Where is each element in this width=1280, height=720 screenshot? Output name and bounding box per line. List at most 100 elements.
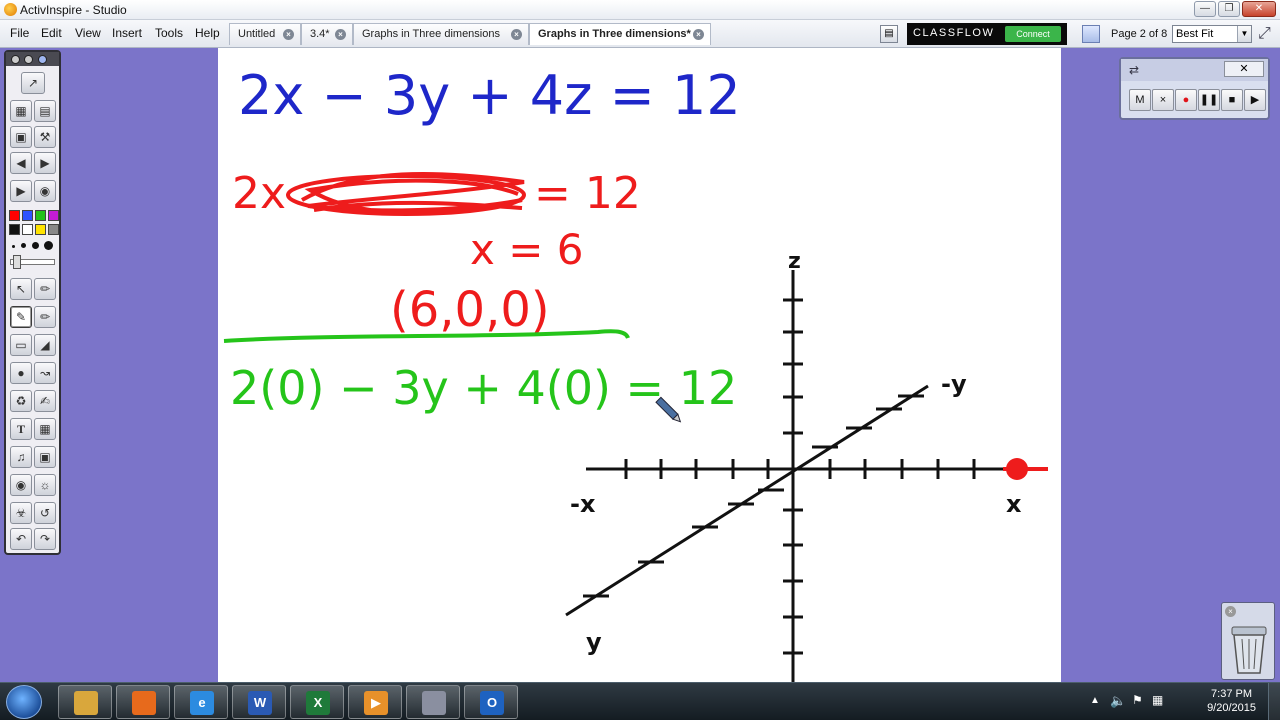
taskbar-app-explorer[interactable] — [58, 685, 112, 719]
menu-insert[interactable]: Insert — [112, 26, 142, 40]
fill-icon[interactable]: ◢ — [34, 334, 56, 356]
web-browser-icon[interactable]: ◉ — [34, 180, 56, 202]
toolbox-close-icon[interactable] — [11, 55, 20, 64]
text-icon[interactable]: T — [10, 418, 32, 440]
spotlight-icon[interactable]: ☼ — [34, 474, 56, 496]
revealer-icon[interactable]: ▣ — [34, 446, 56, 468]
handwriting-icon[interactable]: ✍ — [34, 390, 56, 412]
pen-width-3[interactable] — [32, 242, 39, 249]
maximize-button[interactable]: ❐ — [1218, 1, 1240, 17]
taskbar-app-firefox[interactable] — [116, 685, 170, 719]
dual-user-icon[interactable] — [1082, 25, 1100, 43]
fullscreen-icon[interactable]: ⤢ — [1258, 25, 1271, 43]
previous-page-icon[interactable]: ◀ — [10, 152, 32, 174]
recorder-close-icon[interactable]: ✕ — [1224, 61, 1264, 77]
recorder-header[interactable]: ⇄ ✕ — [1121, 59, 1268, 81]
recorder-stop-button[interactable]: ■ — [1221, 89, 1243, 111]
magic-ink-icon[interactable]: ✏ — [34, 278, 56, 300]
tab-graphs-3d[interactable]: Graphs in Three dimensions × — [353, 23, 529, 45]
pen-icon[interactable]: ✎ — [10, 306, 32, 328]
select-icon[interactable]: ↖ — [10, 278, 32, 300]
color-swatch-gray[interactable] — [48, 224, 59, 235]
color-swatch-black[interactable] — [9, 224, 20, 235]
taskbar-app-excel[interactable]: X — [290, 685, 344, 719]
clear-icon[interactable]: ♻ — [10, 390, 32, 412]
color-swatch-white[interactable] — [22, 224, 33, 235]
recorder-cancel-button[interactable]: × — [1152, 89, 1174, 111]
tab-untitled[interactable]: Untitled × — [229, 23, 301, 45]
system-tray: ▲ 🔈 ⚑ ▦ 7:37 PM 9/20/2015 — [1070, 683, 1280, 720]
width-slider-handle[interactable] — [13, 255, 21, 269]
classflow-connect-button[interactable]: Connect — [1005, 26, 1061, 42]
menu-view[interactable]: View — [75, 26, 101, 40]
close-button[interactable]: ✕ — [1242, 1, 1276, 17]
highlighter-icon[interactable]: ✏ — [34, 306, 56, 328]
pen-width-2[interactable] — [21, 243, 26, 248]
red-2x-label: 2x — [232, 168, 286, 219]
toolbox-pin-icon[interactable] — [24, 55, 33, 64]
minimize-button[interactable]: — — [1194, 1, 1216, 17]
taskbar-app-word[interactable]: W — [232, 685, 286, 719]
toolbox-header[interactable] — [6, 52, 59, 66]
red-equals-12: = 12 — [534, 168, 641, 219]
taskbar-app-outlook[interactable]: O — [464, 685, 518, 719]
clock[interactable]: 7:37 PM 9/20/2015 — [1207, 687, 1256, 715]
color-swatch-yellow[interactable] — [35, 224, 46, 235]
show-hidden-icons-icon[interactable]: ▲ — [1090, 695, 1100, 706]
menu-tools[interactable]: Tools — [155, 26, 183, 40]
reset-page-icon[interactable]: ↺ — [34, 502, 56, 524]
pen-width-1[interactable] — [12, 245, 15, 248]
network-icon[interactable]: ▦ — [1152, 693, 1163, 707]
menu-help[interactable]: Help — [195, 26, 220, 40]
desktop-annotate-icon[interactable]: ☣ — [10, 502, 32, 524]
zoom-select[interactable]: Best Fit ▼ — [1172, 25, 1252, 43]
menu-edit[interactable]: Edit — [41, 26, 62, 40]
start-button[interactable] — [6, 685, 42, 719]
width-slider[interactable] — [10, 255, 55, 269]
recorder-mute-button[interactable]: M — [1129, 89, 1151, 111]
play-icon[interactable]: ▶ — [10, 180, 32, 202]
color-swatch-purple[interactable] — [48, 210, 59, 221]
toolbox-menu-icon[interactable] — [38, 55, 47, 64]
volume-icon[interactable]: 🔈 — [1110, 693, 1126, 709]
taskbar-app-media[interactable]: ▶ — [348, 685, 402, 719]
eraser-icon[interactable]: ▭ — [10, 334, 32, 356]
recorder-menu-icon[interactable]: ⇄ — [1129, 63, 1139, 77]
show-desktop-button[interactable] — [1268, 683, 1280, 720]
tab-close-icon[interactable]: × — [283, 29, 294, 40]
main-menu-icon[interactable]: ↗ — [21, 72, 45, 94]
next-page-icon[interactable]: ▶ — [34, 152, 56, 174]
tab-close-icon[interactable]: × — [693, 29, 704, 40]
action-center-flag-icon[interactable]: ⚑ — [1132, 693, 1143, 707]
color-swatch-green[interactable] — [35, 210, 46, 221]
menu-file[interactable]: File — [10, 26, 29, 40]
recorder-play-button[interactable]: ▶ — [1244, 89, 1266, 111]
tab-3-4[interactable]: 3.4* × — [301, 23, 353, 45]
tab-graphs-3d-active[interactable]: Graphs in Three dimensions* × — [529, 23, 711, 45]
table-icon[interactable]: ▦ — [34, 418, 56, 440]
recorder-record-button[interactable]: ● — [1175, 89, 1197, 111]
redo-icon[interactable]: ↷ — [34, 528, 56, 550]
pen-width-4[interactable] — [44, 241, 53, 250]
page-browser-icon[interactable]: ▤ — [880, 25, 898, 43]
color-swatch-blue[interactable] — [22, 210, 33, 221]
resource-library-icon[interactable]: ▣ — [10, 126, 32, 148]
connector-icon[interactable]: ↝ — [34, 362, 56, 384]
window-title: ActivInspire - Studio — [20, 3, 127, 17]
browsers-icon[interactable]: ▤ — [34, 100, 56, 122]
taskbar-app-activinspire[interactable] — [406, 685, 460, 719]
globe-icon[interactable]: ◉ — [10, 474, 32, 496]
taskbar-app-ie[interactable]: e — [174, 685, 228, 719]
tab-close-icon[interactable]: × — [335, 29, 346, 40]
tools-icon[interactable]: ⚒ — [34, 126, 56, 148]
undo-icon[interactable]: ↶ — [10, 528, 32, 550]
shape-icon[interactable]: ● — [10, 362, 32, 384]
color-swatch-red[interactable] — [9, 210, 20, 221]
tab-close-icon[interactable]: × — [511, 29, 522, 40]
insert-media-icon[interactable]: ♫ — [10, 446, 32, 468]
page-icon[interactable]: ▦ — [10, 100, 32, 122]
trash-can[interactable]: × — [1221, 602, 1275, 680]
flipchart-canvas[interactable]: 2x − 3y + 4z = 12 2x = 12 x = 6 (6,0,0) … — [218, 48, 1061, 685]
chevron-down-icon[interactable]: ▼ — [1237, 26, 1251, 42]
recorder-pause-button[interactable]: ❚❚ — [1198, 89, 1220, 111]
